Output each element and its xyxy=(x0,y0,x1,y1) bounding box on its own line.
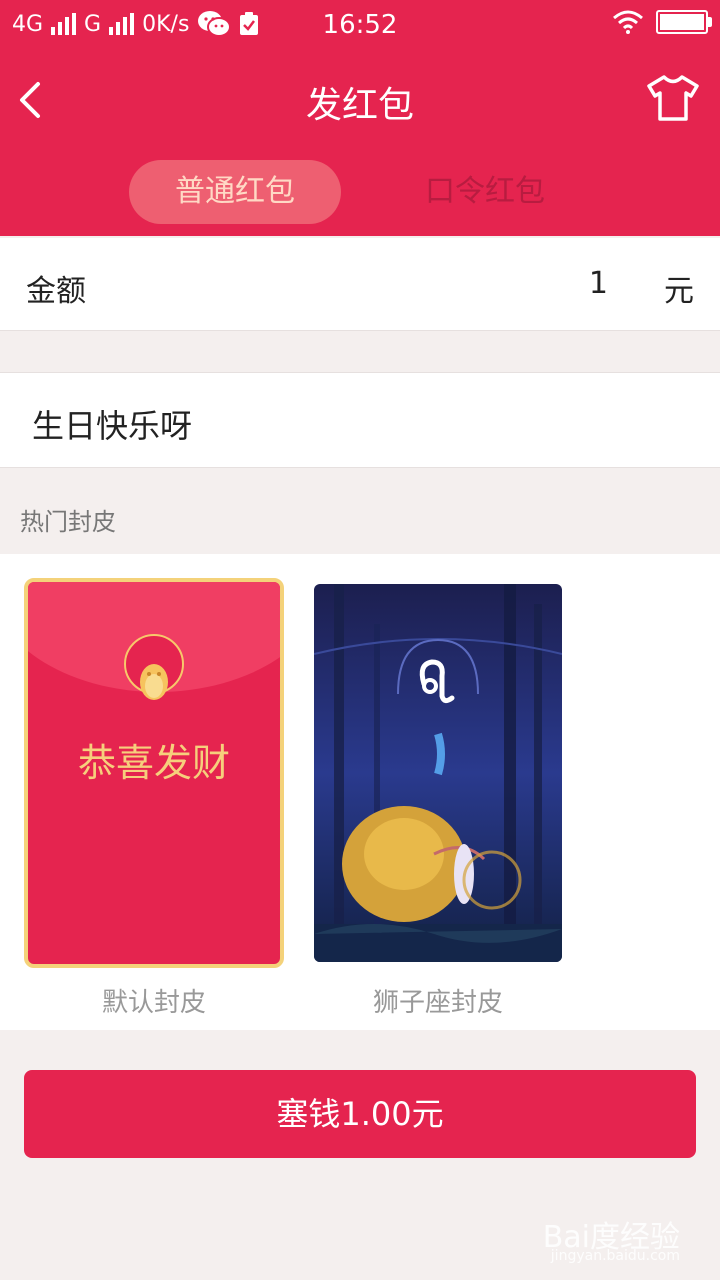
wifi-icon xyxy=(613,10,643,34)
skin-shop-button[interactable] xyxy=(646,74,700,122)
amount-label: 金额 xyxy=(26,274,86,309)
penguin-icon xyxy=(140,664,168,700)
amount-unit: 元 xyxy=(664,274,694,309)
message-row[interactable]: 生日快乐呀 xyxy=(0,372,720,468)
battery-icon xyxy=(656,10,712,34)
header: 4G G 0K/s 16:52 发红包 普通红包 口令红包 xyxy=(0,0,720,236)
tab-normal-packet[interactable]: 普通红包 xyxy=(129,160,341,224)
skins-list: 恭喜发财 默认封皮 狮子座封皮 xyxy=(0,554,720,1030)
cover-blessing-text: 恭喜发财 xyxy=(77,741,230,785)
skin-default-card[interactable]: 恭喜发财 xyxy=(24,578,284,968)
shirt-icon xyxy=(647,75,699,121)
packet-type-tabs: 普通红包 口令红包 xyxy=(0,160,720,224)
navbar: 发红包 xyxy=(0,60,720,140)
skin-default-label: 默认封皮 xyxy=(101,988,206,1018)
status-bar: 4G G 0K/s 16:52 xyxy=(0,0,720,52)
tab-password-packet[interactable]: 口令红包 xyxy=(395,160,575,224)
amount-row[interactable]: 金额 1 元 xyxy=(0,238,720,331)
skin-leo-card[interactable] xyxy=(314,584,562,962)
message-input[interactable]: 生日快乐呀 xyxy=(32,401,192,447)
leo-illustration xyxy=(314,584,562,962)
send-money-button[interactable]: 塞钱1.00元 xyxy=(24,1070,696,1158)
skin-leo-label: 狮子座封皮 xyxy=(372,988,503,1018)
page-title: 发红包 xyxy=(305,85,414,126)
baidu-watermark-url: jingyan.baidu.com xyxy=(550,1248,680,1264)
skins-section-title: 热门封皮 xyxy=(20,508,116,536)
amount-input[interactable]: 1 xyxy=(589,266,608,301)
